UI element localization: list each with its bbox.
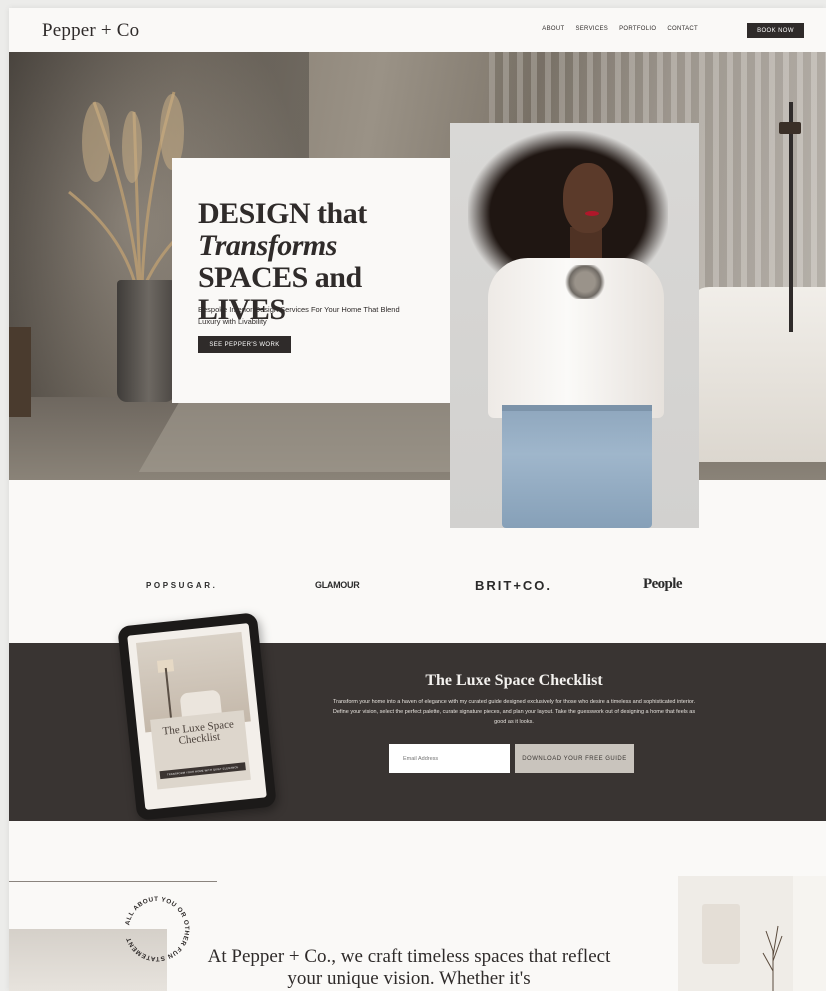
tablet-cover-label: The Luxe Space Checklist TRANSFORM YOUR … [150,710,251,790]
hero-subtitle: Bespoke Interior Design Services For You… [198,305,400,326]
portrait-waistband [502,405,652,411]
section-divider [9,881,217,882]
page: Pepper + Co ABOUT SERVICES PORTFOLIO CON… [9,8,826,991]
nav-about[interactable]: ABOUT [542,26,564,32]
tablet-cover-title: The Luxe Space Checklist [162,718,235,748]
press-logo-people: People [643,576,682,592]
portrait-necklace [562,265,608,299]
floor-lamp-image [789,102,793,332]
tablet-cover-bar: TRANSFORM YOUR HOME WITH QUIET ELEGANCE [159,762,246,780]
hero-card: DESIGN that Transforms SPACES and LIVES … [172,158,452,403]
nav-portfolio[interactable]: PORTFOLIO [619,26,656,32]
hero-title-line-2: Transforms [198,229,337,262]
circular-statement-badge: ALL ABOUT YOU OR OTHER FUN STATEMENT [124,896,190,962]
site-logo[interactable]: Pepper + Co [42,20,139,42]
checklist-description: Transform your home into a haven of eleg… [332,699,696,725]
plant-pot-image [117,280,175,402]
email-field[interactable] [389,744,510,773]
circular-statement-text: ALL ABOUT YOU OR OTHER FUN STATEMENT [124,896,189,962]
floor-lamp-head [779,122,801,134]
dried-branch-vase [762,925,783,991]
portrait-lips [585,211,599,216]
tablet-lamp-stand [164,667,172,718]
press-logo-britco: BRIT+CO. [475,578,553,593]
hero-title-line-1: DESIGN that [198,197,367,230]
press-logo-popsugar: POPSUGAR. [146,581,218,590]
sofa-image [689,287,826,462]
checklist-title: The Luxe Space Checklist [425,672,603,689]
tablet-mockup-image: The Luxe Space Checklist TRANSFORM YOUR … [117,612,277,821]
portrait-jeans [502,405,652,528]
see-work-button[interactable]: SEE PEPPER'S WORK [198,336,291,353]
about-right-image [678,876,826,991]
nav-contact[interactable]: CONTACT [667,26,698,32]
hero-portrait-image [450,123,699,528]
svg-text:ALL ABOUT YOU OR OTHER FUN STA: ALL ABOUT YOU OR OTHER FUN STATEMENT [124,896,190,962]
hero-side-table-image [9,327,31,417]
about-headline: At Pepper + Co., we craft timeless space… [207,946,611,989]
download-guide-button[interactable]: DOWNLOAD YOUR FREE GUIDE [515,744,634,773]
book-now-button[interactable]: BOOK NOW [747,23,804,38]
about-section: ALL ABOUT YOU OR OTHER FUN STATEMENT At … [9,821,826,991]
press-logo-glamour: GLAMOUR [315,580,360,590]
site-header: Pepper + Co ABOUT SERVICES PORTFOLIO CON… [9,8,826,52]
tablet-screen: The Luxe Space Checklist TRANSFORM YOUR … [127,623,267,810]
table-lamp-shade [702,904,740,964]
portrait-face [563,163,613,233]
nav-services[interactable]: SERVICES [575,26,608,32]
hero-section: DESIGN that Transforms SPACES and LIVES … [9,52,826,480]
main-nav: ABOUT SERVICES PORTFOLIO CONTACT [542,26,698,32]
wall-panel [793,876,826,991]
